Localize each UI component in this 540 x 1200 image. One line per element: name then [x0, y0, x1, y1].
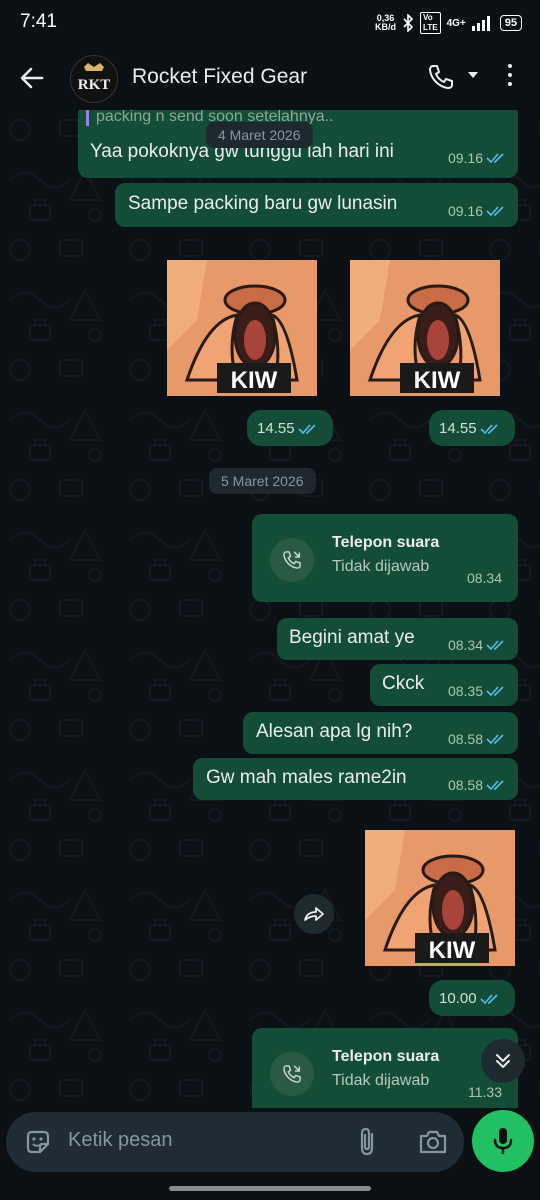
forward-button[interactable] [294, 894, 334, 934]
sticker-time-chip: 14.55 [429, 410, 515, 446]
scroll-to-bottom-button[interactable] [481, 1039, 525, 1083]
message-time: 08.34 [466, 570, 502, 586]
svg-text:RKT: RKT [78, 77, 111, 93]
call-status: Tidak dijawab [332, 558, 430, 575]
chat-area[interactable]: packing n send soon setelahnya.. Yaa pok… [0, 110, 540, 1108]
chevron-down-icon[interactable] [468, 72, 478, 78]
read-ticks-icon [486, 780, 504, 791]
volte-badge: Vo LTE [420, 12, 441, 34]
paperclip-icon[interactable] [354, 1126, 382, 1158]
svg-text:KIW: KIW [414, 367, 461, 394]
date-chip: 5 Maret 2026 [209, 468, 316, 494]
sticker-image[interactable]: KIW [167, 260, 317, 396]
read-ticks-icon [479, 993, 498, 1004]
avatar[interactable]: RKT [70, 55, 118, 103]
more-vertical-icon[interactable] [506, 64, 514, 92]
read-ticks-icon [486, 640, 504, 651]
read-ticks-icon [486, 734, 504, 745]
message-input[interactable]: Ketik pesan [68, 1129, 173, 1152]
message-time: 09.16 [448, 150, 506, 166]
quote-bar [86, 110, 89, 126]
call-log-bubble[interactable]: Telepon suara Tidak dijawab 08.34 [252, 514, 518, 602]
sticker-image[interactable]: KIW [365, 830, 515, 966]
network-type: 4G+ [446, 17, 466, 29]
contact-name[interactable]: Rocket Fixed Gear [132, 65, 307, 89]
message-text: Alesan apa lg nih? [256, 721, 413, 742]
message-time: 08.34 [448, 637, 506, 653]
message-text: Sampe packing baru gw lunasin [128, 193, 398, 214]
svg-text:KIW: KIW [231, 367, 278, 394]
read-ticks-icon [486, 153, 504, 164]
avatar-logo: RKT [78, 63, 111, 93]
forward-icon [304, 907, 324, 921]
message-bubble[interactable]: Alesan apa lg nih? 08.58 [243, 712, 518, 754]
read-ticks-icon [486, 686, 504, 697]
microphone-button[interactable] [472, 1110, 534, 1172]
double-chevron-down-icon [496, 1054, 510, 1068]
call-title: Telepon suara [332, 534, 440, 551]
call-status: Tidak dijawab [332, 1072, 430, 1089]
call-title: Telepon suara [332, 1048, 440, 1065]
status-bar: 7:41 0,36 KB/d Vo LTE 4G+ 95 [0, 0, 540, 46]
camera-icon[interactable] [418, 1128, 448, 1156]
message-bubble[interactable]: Ckck 08.35 [370, 664, 518, 706]
message-time: 08.58 [448, 731, 506, 747]
status-time: 7:41 [20, 11, 57, 32]
sticker-time-chip: 10.00 [429, 980, 515, 1016]
message-text: Begini amat ye [289, 627, 415, 648]
message-time: 09.16 [448, 203, 506, 219]
message-bubble[interactable]: Begini amat ye 08.34 [277, 618, 518, 660]
phone-icon[interactable] [426, 62, 456, 92]
sticker-illustration: KIW [350, 260, 500, 396]
call-log-bubble[interactable]: Telepon suara Tidak dijawab 11.33 [252, 1028, 518, 1108]
message-composer: Ketik pesan [6, 1112, 464, 1172]
sticker-emoji-icon[interactable] [24, 1128, 52, 1156]
call-card[interactable]: Telepon suara Tidak dijawab 08.34 [252, 514, 518, 602]
sticker-illustration: KIW [365, 830, 515, 966]
message-time: 11.33 [468, 1084, 502, 1100]
missed-call-icon [270, 1052, 314, 1096]
missed-call-icon [270, 538, 314, 582]
message-time: 08.58 [448, 777, 506, 793]
read-ticks-icon [486, 206, 504, 217]
read-ticks-icon [479, 423, 498, 434]
signal-icon [471, 16, 490, 31]
sticker-illustration: KIW [167, 260, 317, 396]
message-bubble[interactable]: Gw mah males rame2in 08.58 [193, 758, 518, 800]
read-ticks-icon [297, 423, 316, 434]
arrow-left-icon[interactable] [16, 62, 48, 94]
network-speed: 0,36 KB/d [375, 13, 397, 32]
message-bubble[interactable]: Sampe packing baru gw lunasin 09.16 [115, 183, 518, 227]
microphone-icon [493, 1128, 513, 1155]
message-time: 08.35 [448, 683, 506, 699]
message-text: Ckck [382, 673, 425, 694]
svg-text:KIW: KIW [429, 937, 476, 964]
chat-header: RKT Rocket Fixed Gear [0, 46, 540, 110]
sticker-image[interactable]: KIW [350, 260, 500, 396]
date-chip: 4 Maret 2026 [206, 122, 313, 148]
sticker-time-chip: 14.55 [247, 410, 333, 446]
battery-indicator: 95 [499, 15, 522, 31]
home-indicator [169, 1186, 371, 1191]
status-icons: 0,36 KB/d Vo LTE 4G+ 95 [375, 12, 522, 34]
bluetooth-icon [403, 14, 414, 32]
message-text: Gw mah males rame2in [206, 767, 407, 788]
